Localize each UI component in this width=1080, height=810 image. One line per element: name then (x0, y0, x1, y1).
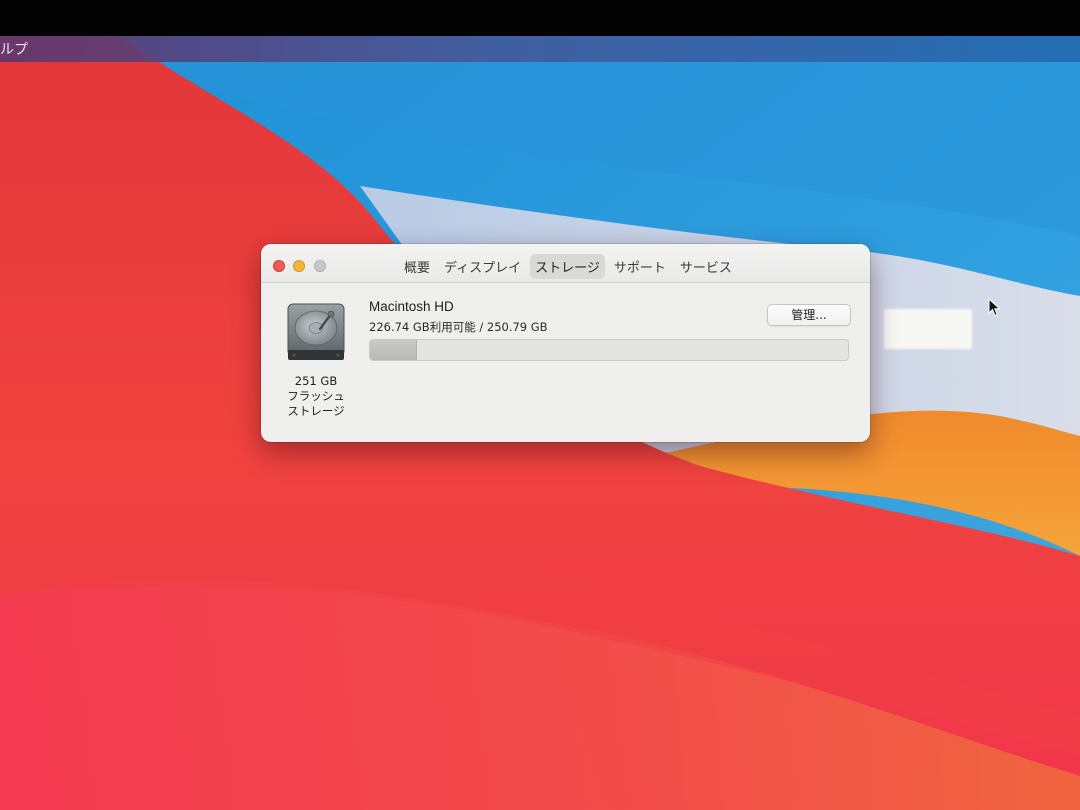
menu-bar: ルプ (0, 36, 1080, 62)
volume-usage-text: 226.74 GB利用可能 / 250.79 GB (369, 320, 548, 334)
disk-size-label: 251 GB (294, 374, 338, 388)
close-window-button[interactable] (273, 260, 285, 272)
zoom-window-button (314, 260, 326, 272)
mouse-pointer-icon (988, 298, 1001, 317)
tab-overview[interactable]: 概要 (399, 254, 435, 279)
top-bezel (0, 0, 1080, 36)
menu-help[interactable]: ルプ (0, 39, 28, 59)
disk-caption: 251 GB フラッシュ ストレージ (276, 374, 356, 419)
desktop: ルプ 概要 ディスプレイ ストレージ サポート サービス 251 GB フラッシ… (0, 36, 1080, 810)
volume-name: Macintosh HD (369, 299, 454, 314)
screen-glare (884, 309, 972, 349)
tab-storage[interactable]: ストレージ (530, 254, 605, 279)
tab-displays[interactable]: ディスプレイ (439, 254, 526, 279)
disk-type-line1: フラッシュ (287, 389, 345, 403)
tab-support[interactable]: サポート (609, 254, 671, 279)
storage-usage-bar (369, 339, 849, 361)
about-this-mac-window: 概要 ディスプレイ ストレージ サポート サービス 251 GB フラッシュ ス… (261, 244, 870, 442)
minimize-window-button[interactable] (293, 260, 305, 272)
manage-button[interactable]: 管理... (767, 304, 851, 326)
storage-used-segment (370, 340, 417, 360)
disk-type-line2: ストレージ (287, 404, 345, 418)
tab-bar: 概要 ディスプレイ ストレージ サポート サービス (399, 254, 737, 279)
window-titlebar: 概要 ディスプレイ ストレージ サポート サービス (261, 244, 870, 283)
hard-drive-icon (287, 303, 345, 360)
tab-service[interactable]: サービス (675, 254, 737, 279)
storage-panel: 251 GB フラッシュ ストレージ Macintosh HD 226.74 G… (261, 283, 870, 442)
